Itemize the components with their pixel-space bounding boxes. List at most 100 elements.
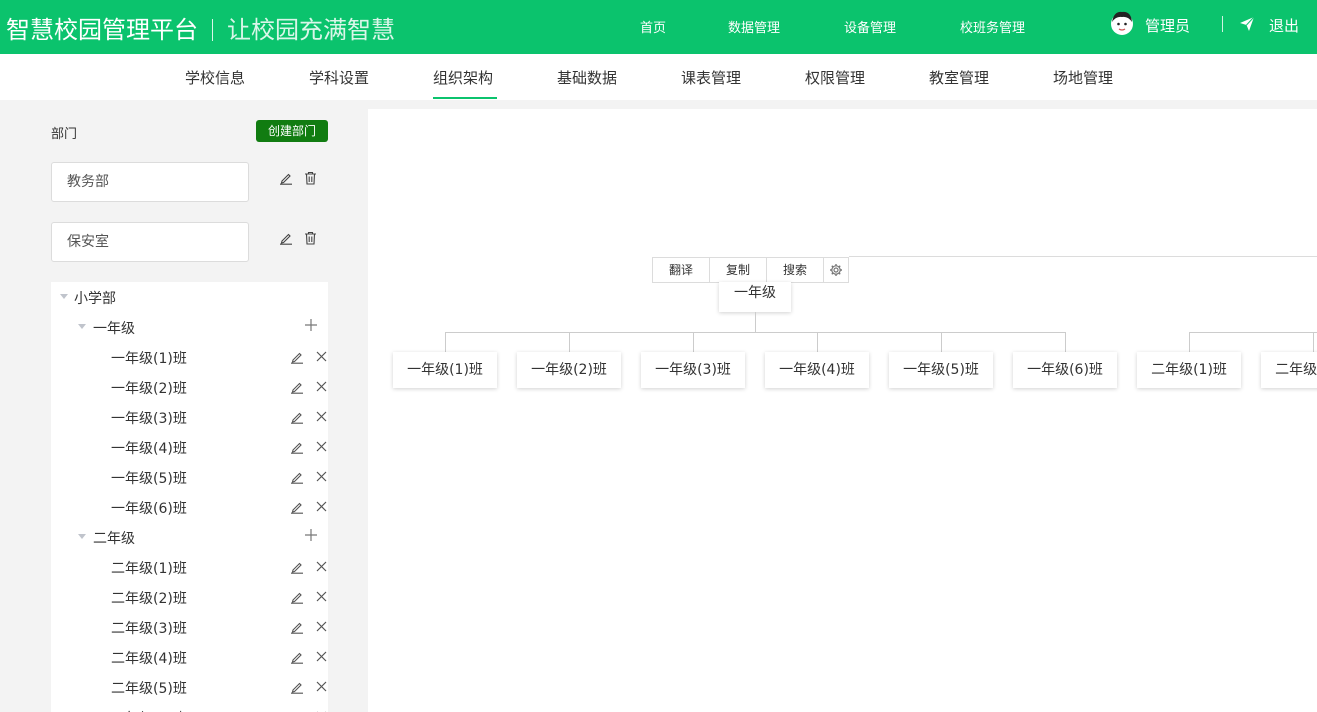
tab-school-info[interactable]: 学校信息 <box>185 67 245 88</box>
tab-basic-data[interactable]: 基础数据 <box>557 67 617 88</box>
org-node-child[interactable]: 一年级(4)班 <box>765 352 869 388</box>
edit-icon[interactable] <box>290 590 304 604</box>
trash-icon[interactable] <box>304 231 317 245</box>
org-node-child[interactable]: 一年级(2)班 <box>517 352 621 388</box>
close-icon[interactable] <box>316 471 327 482</box>
tree-node-class[interactable]: 一年级(2)班 <box>51 372 328 402</box>
nav-class-affairs[interactable]: 校班务管理 <box>960 17 1025 36</box>
department-item[interactable]: 保安室 <box>51 222 249 262</box>
org-node-parent[interactable]: 一年级 <box>719 282 791 312</box>
close-icon[interactable] <box>316 411 327 422</box>
tree-node-class[interactable]: 一年级(3)班 <box>51 402 328 432</box>
translate-button[interactable]: 翻译 <box>653 258 710 282</box>
close-icon[interactable] <box>316 621 327 632</box>
logout-button[interactable]: 退出 <box>1269 15 1299 36</box>
tree-node-class[interactable]: 二年级(6)班 <box>51 702 328 712</box>
toolbar-divider-line <box>849 256 1317 257</box>
department-actions <box>279 171 319 187</box>
tree-node-root[interactable]: 小学部 <box>51 282 328 312</box>
copy-button[interactable]: 复制 <box>710 258 767 282</box>
header-divider <box>1222 16 1223 32</box>
tab-classrooms[interactable]: 教室管理 <box>929 67 989 88</box>
trash-icon[interactable] <box>304 171 317 185</box>
create-department-button[interactable]: 创建部门 <box>256 120 328 142</box>
edit-icon[interactable] <box>290 620 304 634</box>
close-icon[interactable] <box>316 591 327 602</box>
org-node-child[interactable]: 一年级(1)班 <box>393 352 497 388</box>
tree-node-label: 一年级(3)班 <box>111 411 187 427</box>
brand-divider <box>212 19 213 41</box>
tree-node-class[interactable]: 一年级(4)班 <box>51 432 328 462</box>
tree-node-label: 一年级(6)班 <box>111 501 187 517</box>
caret-down-icon[interactable] <box>60 294 68 299</box>
user-name[interactable]: 管理员 <box>1145 15 1190 36</box>
tree-node-label: 二年级(1)班 <box>111 561 187 577</box>
close-icon[interactable] <box>316 441 327 452</box>
edit-icon[interactable] <box>290 560 304 574</box>
tab-permissions[interactable]: 权限管理 <box>805 67 865 88</box>
edit-icon[interactable] <box>290 410 304 424</box>
org-node-child[interactable]: 二年级(1)班 <box>1137 352 1241 388</box>
paper-plane-icon <box>1240 16 1255 31</box>
org-node-child[interactable]: 一年级(3)班 <box>641 352 745 388</box>
close-icon[interactable] <box>316 501 327 512</box>
tree-node-grade[interactable]: 二年级 <box>51 522 328 552</box>
tree-node-class[interactable]: 二年级(5)班 <box>51 672 328 702</box>
tree-node-label: 二年级 <box>93 531 135 547</box>
tree-node-label: 一年级(1)班 <box>111 351 187 367</box>
tree-node-class[interactable]: 一年级(6)班 <box>51 492 328 522</box>
tree-node-label: 一年级(4)班 <box>111 441 187 457</box>
nav-data-management[interactable]: 数据管理 <box>728 17 780 36</box>
org-node-child[interactable]: 一年级(5)班 <box>889 352 993 388</box>
caret-down-icon[interactable] <box>78 534 86 539</box>
avatar[interactable] <box>1110 10 1134 38</box>
app-title: 智慧校园管理平台 <box>6 16 198 44</box>
connector-line <box>941 332 942 352</box>
edit-icon[interactable] <box>290 350 304 364</box>
close-icon[interactable] <box>316 381 327 392</box>
plus-icon[interactable] <box>304 528 318 542</box>
org-node-child[interactable]: 二年级(2)班 <box>1261 352 1317 388</box>
connector-line <box>693 332 694 352</box>
tree-node-class[interactable]: 二年级(3)班 <box>51 612 328 642</box>
tab-timetable[interactable]: 课表管理 <box>681 67 741 88</box>
edit-icon[interactable] <box>279 231 293 245</box>
tab-venues[interactable]: 场地管理 <box>1053 67 1113 88</box>
close-icon[interactable] <box>316 651 327 662</box>
tree-node-grade[interactable]: 一年级 <box>51 312 328 342</box>
connector-line <box>817 332 818 352</box>
connector-line <box>1065 332 1066 352</box>
app-slogan: 让校园充满智慧 <box>227 16 395 44</box>
tree-node-class[interactable]: 一年级(5)班 <box>51 462 328 492</box>
plus-icon[interactable] <box>304 318 318 332</box>
tree-node-class[interactable]: 二年级(2)班 <box>51 582 328 612</box>
edit-icon[interactable] <box>290 650 304 664</box>
department-item[interactable]: 教务部 <box>51 162 249 202</box>
nav-device-management[interactable]: 设备管理 <box>844 17 896 36</box>
tree-node-class[interactable]: 二年级(1)班 <box>51 552 328 582</box>
edit-icon[interactable] <box>290 500 304 514</box>
settings-button[interactable] <box>824 258 848 282</box>
edit-icon[interactable] <box>290 470 304 484</box>
edit-icon[interactable] <box>290 380 304 394</box>
edit-icon[interactable] <box>279 171 293 185</box>
org-node-child[interactable]: 一年级(6)班 <box>1013 352 1117 388</box>
close-icon[interactable] <box>316 351 327 362</box>
close-icon[interactable] <box>316 681 327 692</box>
sub-nav: 学校信息 学科设置 组织架构 基础数据 课表管理 权限管理 教室管理 场地管理 <box>0 54 1317 100</box>
org-chart-canvas: 翻译 复制 搜索 一年级一年级(1)班 一年级(2)班 一年级(3)班 一年级(4)班… <box>368 109 1317 712</box>
search-button[interactable]: 搜索 <box>767 258 824 282</box>
edit-icon[interactable] <box>290 440 304 454</box>
org-tree: 小学部 一年级一年级(1)班一年级(2)班一年级(3)班 一年级(4)班一年级(5)… <box>51 282 328 712</box>
department-title: 部门 <box>51 127 78 142</box>
edit-icon[interactable] <box>290 680 304 694</box>
caret-down-icon[interactable] <box>78 324 86 329</box>
tree-node-label: 二年级(4)班 <box>111 651 187 667</box>
close-icon[interactable] <box>316 561 327 572</box>
connector-line <box>445 332 1065 333</box>
tab-subject-settings[interactable]: 学科设置 <box>309 67 369 88</box>
tree-node-class[interactable]: 二年级(4)班 <box>51 642 328 672</box>
tab-org-structure[interactable]: 组织架构 <box>433 67 493 88</box>
nav-home[interactable]: 首页 <box>640 17 666 36</box>
tree-node-class[interactable]: 一年级(1)班 <box>51 342 328 372</box>
